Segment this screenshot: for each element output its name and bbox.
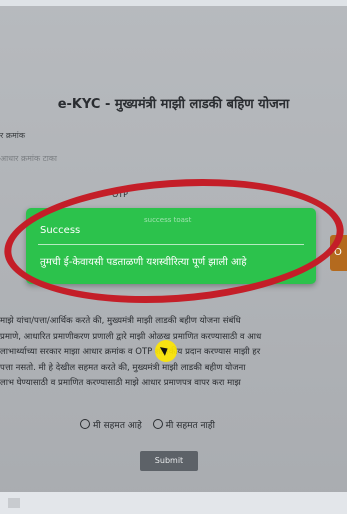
consent-line: पत्ता नसतो. मी हे देखील सहमत करते की, मु… xyxy=(0,362,246,373)
page-title: e-KYC - मुख्यमंत्री माझी लाडकी बहिण योजन… xyxy=(57,97,290,112)
radio-circle-icon xyxy=(152,419,163,429)
consent-radio-group: मी सहमत आहे मी सहमत नाही xyxy=(80,418,223,431)
bottom-bar-icon xyxy=(8,498,20,508)
browser-bottom-bar xyxy=(0,492,347,514)
radio-agree[interactable]: मी सहमत आहे xyxy=(80,418,142,431)
radio-circle-icon xyxy=(80,419,90,429)
radio-agree-label: मी सहमत आहे xyxy=(93,421,142,431)
submit-button[interactable]: Submit xyxy=(140,451,198,471)
aadhaar-input[interactable]: आधार क्रमांक टाका xyxy=(0,150,100,168)
consent-line: माझे यांचा/पत्ता/आर्थिक करते की, मुख्यमं… xyxy=(0,316,241,326)
aadhaar-label: र क्रमांक xyxy=(0,131,25,140)
browser-top-bar xyxy=(0,0,347,6)
consent-line: लाभ घेण्यासाठी व प्रमाणित करण्यासाठी माझ… xyxy=(0,378,241,388)
radio-disagree-label: मी सहमत नाही xyxy=(165,421,215,431)
radio-disagree[interactable]: मी सहमत नाही xyxy=(152,418,215,431)
